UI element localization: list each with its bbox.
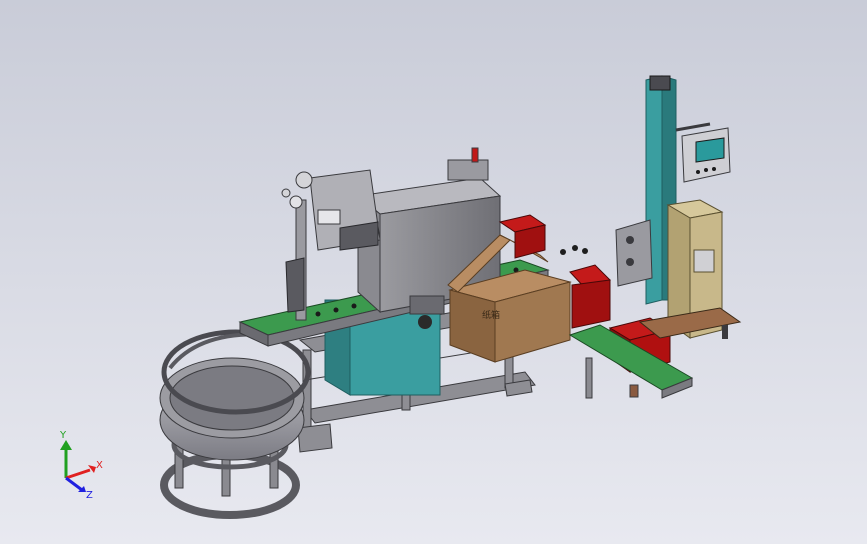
coordinate-triad: Y X Z <box>59 430 103 501</box>
x-axis-arrow <box>65 468 91 480</box>
cad-viewport[interactable]: 纸箱 Y X Z <box>0 0 867 544</box>
x-axis-label: X <box>96 460 103 471</box>
z-axis-arrow <box>65 476 83 492</box>
red-box-top <box>498 214 547 259</box>
loose-parts <box>560 245 588 255</box>
hmi-panel[interactable] <box>675 122 731 183</box>
z-axis-label: Z <box>86 490 93 501</box>
red-box-middle <box>569 264 611 329</box>
signal-beacon <box>447 147 489 181</box>
lift-column[interactable] <box>615 75 677 305</box>
y-arrowhead <box>60 440 72 450</box>
vibratory-bowl-feeder[interactable] <box>159 329 311 519</box>
y-axis-label: Y <box>59 430 67 441</box>
hmi-screen <box>695 137 725 163</box>
box-label: 纸箱 <box>482 309 500 321</box>
machine-assembly-model[interactable]: 纸箱 <box>0 0 867 544</box>
